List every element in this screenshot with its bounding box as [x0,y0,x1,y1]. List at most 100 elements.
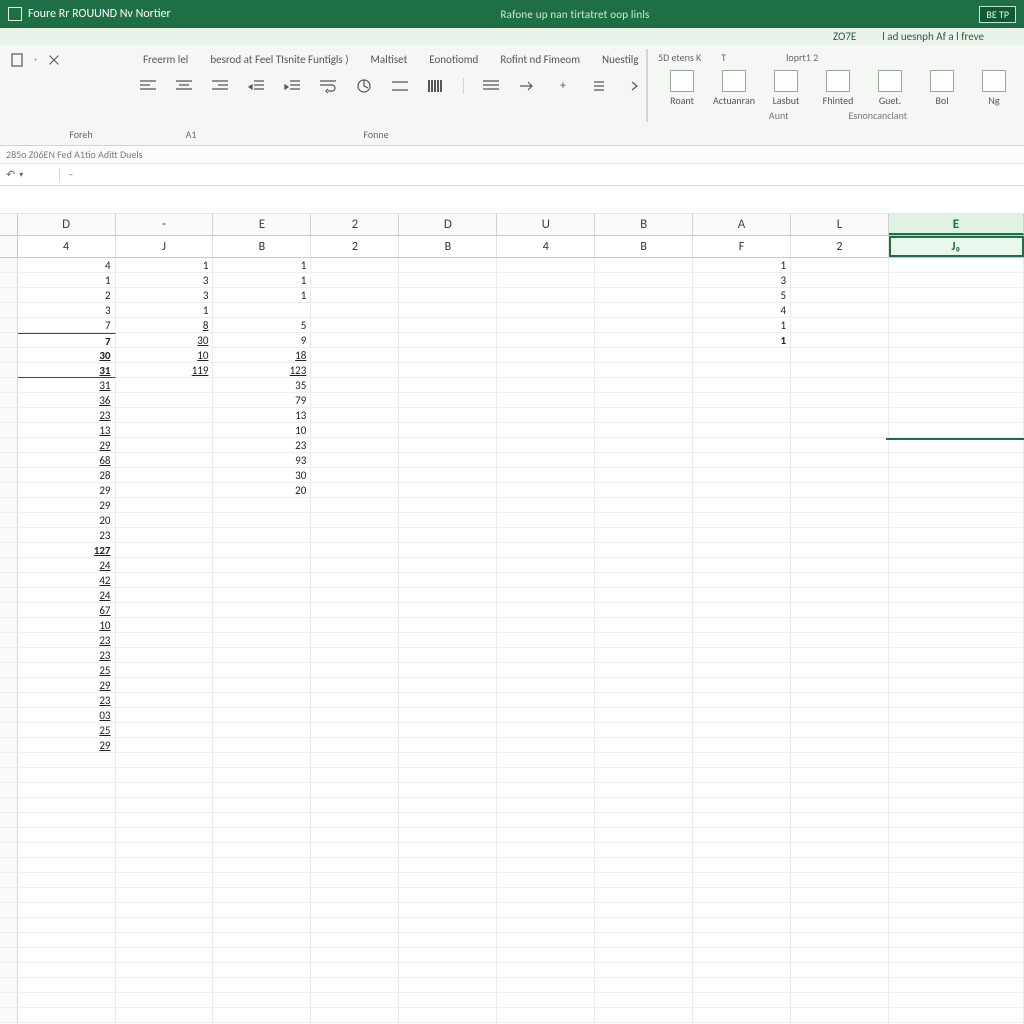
cell[interactable] [116,768,214,783]
cell[interactable] [311,648,399,663]
row-gutter[interactable] [0,738,18,753]
row-gutter[interactable] [0,693,18,708]
cell[interactable] [311,558,399,573]
cell[interactable] [497,948,595,963]
merge-icon[interactable] [389,76,411,96]
cell[interactable] [18,918,116,933]
col-subheader-7[interactable]: F [693,236,791,257]
cell[interactable] [693,918,791,933]
cell[interactable]: 31 [18,378,116,393]
cell[interactable] [116,603,214,618]
cell[interactable] [213,978,311,993]
cell[interactable] [693,888,791,903]
cell[interactable] [497,888,595,903]
cell[interactable] [116,633,214,648]
cell[interactable] [213,933,311,948]
row-gutter[interactable] [0,438,18,453]
cell[interactable] [693,618,791,633]
cell[interactable] [497,873,595,888]
cell[interactable] [595,273,693,288]
cell[interactable] [116,393,214,408]
cell[interactable] [497,768,595,783]
row-gutter[interactable] [0,648,18,663]
cell[interactable] [497,423,595,438]
cell[interactable] [595,363,693,378]
ribbon-right-btn-1[interactable]: Actuanran [710,70,758,107]
cell[interactable] [595,903,693,918]
ribbon-tab-5[interactable]: Nuestilg [602,53,638,66]
cell[interactable] [311,783,399,798]
cell[interactable]: 1 [693,258,791,273]
cell[interactable] [791,258,889,273]
ribbon-right-btn-3[interactable]: Fhinted [814,70,862,107]
cell[interactable] [595,378,693,393]
cell[interactable] [311,828,399,843]
cell[interactable] [311,723,399,738]
ribbon-right-btn-6[interactable]: Ng [970,70,1018,107]
cell[interactable] [116,468,214,483]
cell[interactable] [791,558,889,573]
cell[interactable] [791,573,889,588]
cell[interactable]: 1 [213,258,311,273]
cell[interactable]: 1 [116,258,214,273]
cell[interactable]: 5 [213,318,311,333]
cell[interactable] [791,618,889,633]
row-gutter[interactable] [0,1008,18,1023]
cell[interactable] [497,513,595,528]
cell[interactable] [18,768,116,783]
cell[interactable] [595,633,693,648]
row-gutter[interactable] [0,633,18,648]
indent-inc-icon[interactable] [281,76,303,96]
cell[interactable] [311,1008,399,1023]
row-gutter[interactable] [0,993,18,1008]
cell[interactable]: 1 [116,303,214,318]
cell[interactable] [693,588,791,603]
cell[interactable] [595,858,693,873]
wrap-icon[interactable] [317,76,339,96]
cell[interactable] [399,288,497,303]
cell[interactable] [311,348,399,363]
cell[interactable] [497,573,595,588]
cell[interactable] [213,993,311,1008]
cell[interactable] [889,468,1024,483]
cell[interactable] [399,933,497,948]
cell[interactable] [693,993,791,1008]
cell[interactable] [497,918,595,933]
cell[interactable] [595,288,693,303]
indent-dec-icon[interactable] [245,76,267,96]
cell[interactable]: 123 [213,363,311,378]
cell[interactable] [595,438,693,453]
cell[interactable] [889,783,1024,798]
cell[interactable]: 31 [18,363,116,378]
cell[interactable] [595,303,693,318]
cell[interactable] [693,423,791,438]
cut-icon[interactable] [43,50,65,70]
cell[interactable] [889,318,1024,333]
cell[interactable] [399,528,497,543]
cell[interactable] [693,633,791,648]
cell[interactable] [399,678,497,693]
cell[interactable] [399,798,497,813]
cell[interactable] [311,423,399,438]
cell[interactable] [791,783,889,798]
row-gutter[interactable] [0,978,18,993]
row-gutter[interactable] [0,288,18,303]
cell[interactable] [595,783,693,798]
cell[interactable] [889,618,1024,633]
cell[interactable]: 127 [18,543,116,558]
cell[interactable] [693,903,791,918]
cell[interactable] [889,723,1024,738]
row-gutter[interactable] [0,393,18,408]
cell[interactable] [889,768,1024,783]
cell[interactable] [18,873,116,888]
cell[interactable] [595,618,693,633]
cell[interactable] [595,528,693,543]
cell[interactable] [791,753,889,768]
cell[interactable] [791,543,889,558]
cell[interactable]: 25 [18,723,116,738]
cell[interactable] [497,858,595,873]
cell[interactable]: 1 [693,333,791,348]
cell[interactable] [116,903,214,918]
right-tab-1[interactable]: T [721,51,726,64]
cell[interactable] [497,258,595,273]
